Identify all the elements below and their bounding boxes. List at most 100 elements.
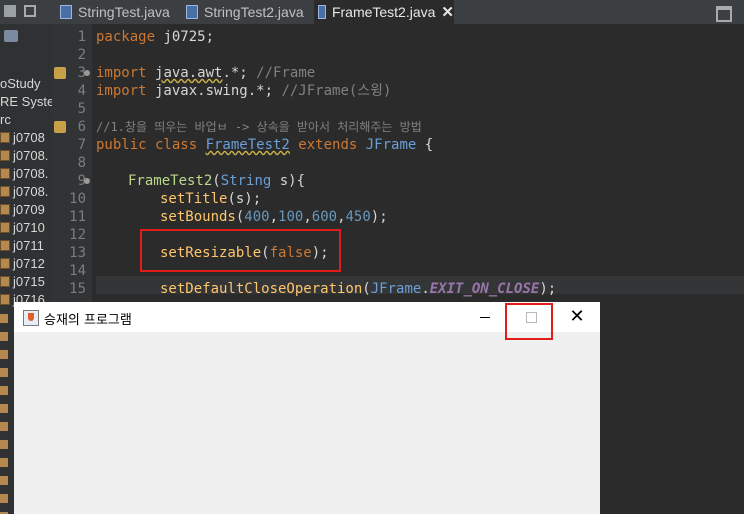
code-text: j0725;	[155, 29, 215, 45]
explorer-item-label: j0712	[13, 255, 45, 271]
line-number: 2	[77, 47, 86, 63]
frame-content-pane	[14, 332, 600, 514]
class-name: JFrame	[370, 281, 422, 297]
explorer-item[interactable]: j0710	[0, 218, 45, 236]
explorer-item[interactable]: RE Syster	[0, 92, 52, 110]
package-explorer-icon[interactable]	[4, 5, 16, 17]
maximize-editor-icon[interactable]	[716, 6, 732, 22]
keyword: import	[96, 65, 147, 81]
explorer-item[interactable]: j0711	[0, 236, 44, 254]
line-number: 1	[77, 29, 86, 45]
number-literal: 450	[345, 209, 371, 225]
package-icon	[0, 221, 10, 233]
explorer-item[interactable]: j0708	[0, 128, 45, 146]
restore-view-icon[interactable]	[24, 5, 36, 17]
explorer-item-label: j0711	[13, 237, 44, 253]
close-icon: ✕	[569, 306, 585, 327]
constant: EXIT_ON_CLOSE	[429, 281, 540, 297]
code-text: s){	[271, 173, 306, 189]
warning-marker-icon[interactable]	[54, 67, 66, 79]
tab-stringtest[interactable]: StringTest.java	[60, 0, 178, 24]
explorer-item[interactable]: j0715	[0, 272, 45, 290]
package-icon	[0, 293, 10, 305]
explorer-item-label: j0710	[13, 219, 45, 235]
keyword: extends	[289, 137, 366, 153]
number-literal: 600	[311, 209, 338, 225]
method-call: setBounds	[160, 209, 236, 225]
keyword: public class	[96, 137, 206, 153]
code-line-11: setBounds(400,100,600,450);	[160, 208, 388, 226]
java-file-icon	[318, 5, 326, 19]
toolbar-icon[interactable]	[4, 30, 18, 42]
package-icon	[0, 185, 10, 197]
highlight-box-maximize	[505, 303, 553, 340]
code-line-1: package j0725;	[96, 28, 214, 46]
package-icon	[0, 149, 10, 161]
warning-marker-icon[interactable]	[54, 121, 66, 133]
line-number: 5	[77, 101, 86, 117]
code-line-15: setDefaultCloseOperation(JFrame.EXIT_ON_…	[160, 280, 556, 298]
number-literal: 100	[278, 209, 304, 225]
java-file-icon	[60, 5, 72, 19]
code-text: (	[362, 281, 371, 297]
editor-tab-bar: StringTest.java StringTest2.java FrameTe…	[0, 0, 744, 24]
code-text: ,	[337, 209, 346, 225]
tab-label: StringTest.java	[78, 4, 170, 20]
code-text: );	[539, 281, 557, 297]
tab-close-icon[interactable]: ✕	[441, 3, 454, 21]
tab-frametest2[interactable]: FrameTest2.java ✕	[314, 0, 454, 24]
frame-title: 승재의 프로그램	[44, 313, 132, 328]
explorer-item[interactable]: j0708.	[0, 182, 48, 200]
minimize-button[interactable]	[462, 302, 508, 332]
fold-toggle-icon[interactable]	[84, 178, 90, 184]
line-number: 8	[77, 155, 86, 171]
tab-stringtest2[interactable]: StringTest2.java	[186, 0, 308, 24]
keyword: import	[96, 83, 147, 99]
explorer-item-label: oStudy	[0, 75, 41, 91]
tab-label: FrameTest2.java	[331, 4, 436, 20]
package-icon	[0, 203, 10, 215]
package-icon	[0, 275, 10, 287]
tab-label: StringTest2.java	[204, 4, 304, 20]
explorer-item[interactable]: j0708.	[0, 146, 48, 164]
explorer-item[interactable]: rc	[0, 110, 11, 128]
explorer-item[interactable]: j0712	[0, 254, 45, 272]
explorer-item[interactable]: j0708.	[0, 164, 48, 182]
code-line-3: import java.awt.*; //Frame	[96, 64, 315, 82]
line-number: 9	[77, 173, 86, 189]
code-line-9: FrameTest2(String s){	[128, 172, 305, 190]
code-text: (s);	[227, 191, 262, 207]
java-app-icon	[23, 310, 39, 326]
line-number: 15	[69, 281, 86, 297]
class-name: FrameTest2	[205, 137, 290, 153]
explorer-item-label: j0708.	[13, 147, 49, 163]
constructor-name: FrameTest2	[128, 173, 213, 189]
line-number: 7	[77, 137, 86, 153]
package-icon	[0, 167, 10, 179]
code-text: ,	[303, 209, 312, 225]
code-line-4: import javax.swing.*; //JFrame(스윙)	[96, 82, 392, 100]
line-number: 12	[69, 227, 86, 243]
explorer-item[interactable]: j0709	[0, 200, 45, 218]
class-name: String	[220, 173, 272, 189]
line-number: 14	[69, 263, 86, 279]
java-file-icon	[186, 5, 198, 19]
code-line-7: public class FrameTest2 extends JFrame {	[96, 136, 433, 154]
code-text: javax.swing.*;	[146, 83, 282, 99]
explorer-item-label: j0709	[13, 201, 45, 217]
package-icon	[0, 239, 10, 251]
class-name: JFrame	[365, 137, 417, 153]
code-text: .*;	[222, 65, 257, 81]
close-button[interactable]: ✕	[554, 302, 600, 332]
method-call: setTitle	[160, 191, 228, 207]
code-line-6: //1.창을 띄우는 바업ㅂ -> 상속을 받아서 처리해주는 방법	[96, 118, 422, 136]
code-comment: //Frame	[256, 65, 316, 81]
explorer-item-label: j0715	[13, 273, 45, 289]
package-icons-column	[0, 314, 8, 514]
fold-toggle-icon[interactable]	[84, 70, 90, 76]
explorer-item-label: j0708.	[13, 165, 49, 181]
explorer-item-label: j0708.	[13, 183, 49, 199]
line-number: 11	[69, 209, 86, 225]
explorer-item[interactable]: oStudy	[0, 74, 40, 92]
code-text: );	[370, 209, 388, 225]
